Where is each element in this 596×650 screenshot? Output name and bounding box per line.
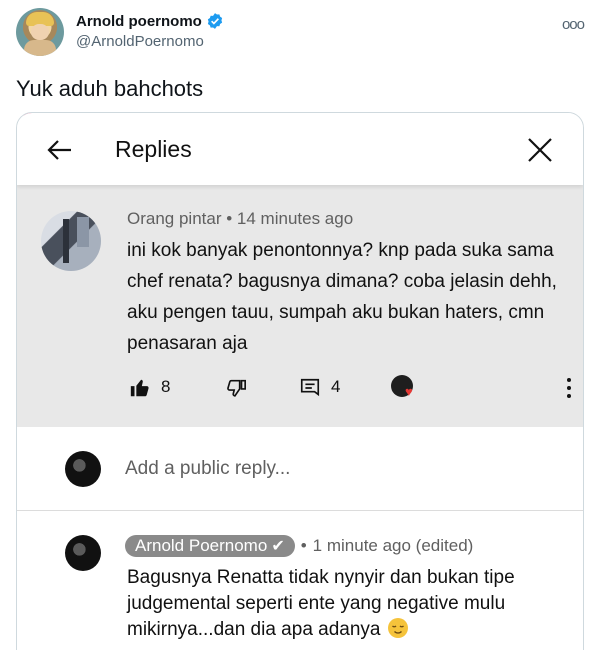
reply-text: Bagusnya Renatta tidak nynyir dan bukan … [127, 567, 515, 640]
comment-text: ini kok banyak penontonnya? knp pada suk… [127, 240, 557, 354]
reply-meta: Arnold Poernomo ✔ • 1 minute ago (edited… [125, 535, 473, 557]
kebab-menu-icon[interactable] [563, 375, 575, 401]
check-icon: ✔ [271, 538, 285, 555]
more-options-icon[interactable]: ooo [562, 16, 585, 33]
tweet-media-card[interactable]: Replies Orang pintar • 14 minutes ago in… [16, 112, 584, 650]
meta-separator: • [226, 209, 233, 228]
author-name-row: Arnold poernomo [76, 12, 224, 30]
reply-author: Arnold Poernomo [135, 536, 268, 555]
comment-actions: 8 4 ♥ [125, 375, 575, 401]
replies-title: Replies [115, 136, 192, 162]
tweet-text: Yuk aduh bahchots [16, 76, 204, 101]
reply-count: 4 [331, 377, 341, 396]
verified-badge-icon [207, 13, 222, 29]
author-handle[interactable]: @ArnoldPoernomo [76, 33, 204, 50]
relieved-face-emoji-icon [387, 618, 408, 638]
author-display-name[interactable]: Arnold poernomo [76, 13, 202, 30]
parent-comment: Orang pintar • 14 minutes ago ini kok ba… [17, 185, 583, 427]
meta-separator: • [300, 536, 307, 555]
current-user-avatar [65, 451, 101, 487]
reply-time[interactable]: 1 minute ago (edited) [313, 536, 474, 556]
comment-author[interactable]: Orang pintar [127, 209, 222, 228]
commenter-avatar[interactable] [41, 211, 101, 271]
close-icon[interactable] [525, 135, 555, 165]
arrow-left-icon[interactable] [45, 135, 75, 165]
like-count: 8 [161, 377, 171, 396]
replies-header: Replies [17, 113, 583, 185]
reply-author-avatar[interactable] [65, 535, 101, 571]
tweet-header: Arnold poernomo @ArnoldPoernomo ooo [16, 8, 586, 58]
reply-input[interactable] [125, 453, 545, 485]
reply-text-block: Bagusnya Renatta tidak nynyir dan bukan … [127, 565, 567, 643]
reply-comment-icon[interactable] [299, 377, 321, 399]
add-reply-row [17, 427, 583, 511]
thumbs-down-icon[interactable] [225, 377, 247, 399]
comment-meta: Orang pintar • 14 minutes ago [127, 209, 353, 229]
comment-time[interactable]: 14 minutes ago [237, 209, 353, 228]
reply-comment: Arnold Poernomo ✔ • 1 minute ago (edited… [17, 511, 583, 650]
thumbs-up-icon[interactable] [129, 377, 151, 399]
author-avatar[interactable] [16, 8, 64, 56]
creator-heart-icon: ♥ [391, 375, 417, 401]
reply-author-chip[interactable]: Arnold Poernomo ✔ [125, 535, 295, 557]
